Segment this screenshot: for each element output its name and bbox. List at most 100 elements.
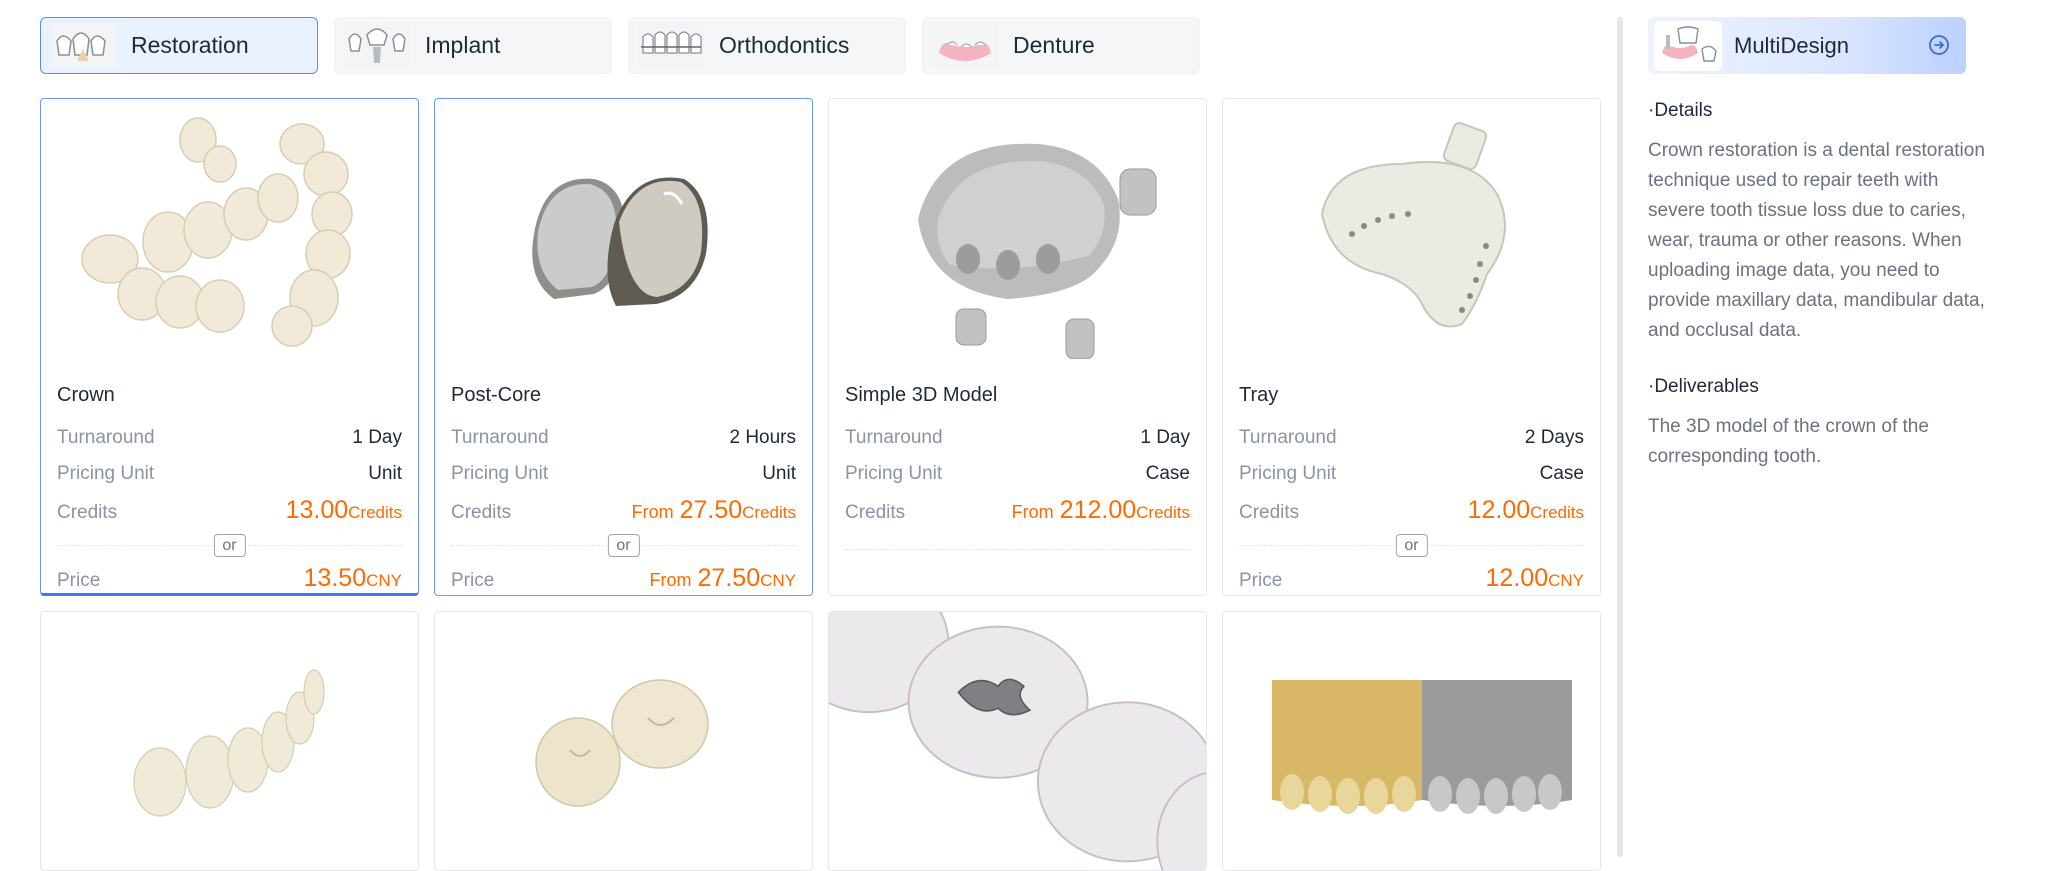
turnaround-row: Turnaround 1 Day: [57, 420, 402, 456]
credits-label: Credits: [1239, 502, 1300, 523]
pricing-unit-value: Unit: [368, 463, 402, 484]
or-divider: or: [57, 534, 402, 557]
turnaround-value: 1 Day: [352, 427, 402, 448]
tab-restoration[interactable]: Restoration: [40, 17, 318, 74]
inlay-image: [435, 612, 812, 852]
price-amount: 13.50: [303, 564, 367, 592]
multidesign-icon: [1654, 20, 1722, 71]
product-card-post-core[interactable]: Post-Core Turnaround 2 Hours Pricing Unit…: [434, 98, 813, 596]
price-row: Price 13.50CNY: [57, 560, 402, 593]
price-value: 13.50CNY: [303, 560, 402, 593]
tab-label: Orthodontics: [719, 32, 850, 58]
tab-label: Restoration: [131, 32, 249, 58]
multidesign-button[interactable]: MultiDesign: [1648, 17, 1966, 74]
implant-icon: [341, 21, 413, 71]
product-card-onlay[interactable]: [828, 611, 1207, 871]
category-tabs: Restoration Implant Orthodontics Denture: [40, 17, 1200, 74]
turnaround-row: Turnaround 1 Day: [845, 420, 1190, 456]
details-text: Crown restoration is a dental restoratio…: [1648, 140, 1985, 341]
price-label: Price: [451, 570, 495, 591]
tab-denture[interactable]: Denture: [922, 17, 1200, 74]
tray-image: [1223, 99, 1600, 369]
credits-row: Credits 13.00Credits: [57, 492, 402, 528]
turnaround-value: 2 Days: [1524, 427, 1584, 448]
credits-amount: 27.50: [679, 496, 743, 524]
credits-amount: 13.00: [285, 496, 349, 524]
or-badge: or: [213, 534, 246, 557]
or-badge: or: [607, 534, 640, 557]
or-divider: or: [1239, 534, 1584, 557]
product-card-simple-3d-model[interactable]: Simple 3D Model Turnaround 1 Day Pricing …: [828, 98, 1207, 596]
denture-icon: [929, 21, 1001, 71]
pricing-unit-row: Pricing Unit Case: [845, 456, 1190, 492]
product-card-model-comparison[interactable]: [1222, 611, 1601, 871]
crown-image: [41, 99, 418, 369]
product-card-crown[interactable]: Crown Turnaround 1 Day Pricing Unit Unit C…: [40, 98, 419, 596]
arrow-right-circle-icon: [1928, 34, 1950, 61]
deliverables-title: ·Deliverables: [1648, 376, 1759, 397]
tab-orthodontics[interactable]: Orthodontics: [628, 17, 906, 74]
product-card-veneer[interactable]: [40, 611, 419, 871]
post-core-image: [435, 99, 812, 369]
credits-amount: 212.00: [1059, 496, 1137, 524]
restoration-icon: [47, 21, 119, 71]
pricing-unit-label: Pricing Unit: [1239, 463, 1337, 484]
pricing-unit-label: Pricing Unit: [451, 463, 549, 484]
veneer-image: [41, 612, 418, 852]
credits-value: From 27.50Credits: [632, 492, 796, 531]
turnaround-value: 2 Hours: [729, 427, 796, 448]
vertical-scrollbar[interactable]: [1617, 17, 1623, 857]
detail-panel: MultiDesign ·Details Crown restoration i…: [1648, 17, 1988, 472]
pricing-unit-row: Pricing Unit Case: [1239, 456, 1584, 492]
or-badge: or: [1395, 534, 1428, 557]
deliverables-text: The 3D model of the crown of the corresp…: [1648, 416, 1929, 467]
product-name: Simple 3D Model: [845, 384, 998, 406]
from-label: From: [1011, 502, 1054, 522]
product-card-tray[interactable]: Tray Turnaround 2 Days Pricing Unit Case C…: [1222, 98, 1601, 596]
price-unit: CNY: [760, 571, 796, 590]
credits-value: 13.00Credits: [286, 492, 402, 531]
pricing-unit-value: Unit: [762, 463, 796, 484]
price-amount: 27.50: [697, 564, 761, 592]
price-unit: CNY: [366, 571, 402, 590]
divider: [845, 538, 1190, 560]
product-name: Tray: [1239, 384, 1279, 406]
or-divider: or: [451, 534, 796, 557]
tab-label: Denture: [1013, 32, 1095, 58]
price-row: Price 12.00CNY: [1239, 560, 1584, 595]
pricing-unit-label: Pricing Unit: [845, 463, 943, 484]
details-title: ·Details: [1648, 100, 1713, 121]
pricing-unit-row: Pricing Unit Unit: [451, 456, 796, 492]
credits-unit: Credits: [742, 503, 796, 522]
tab-implant[interactable]: Implant: [334, 17, 612, 74]
turnaround-label: Turnaround: [451, 427, 549, 448]
onlay-image: [829, 612, 1206, 870]
price-value: 12.00CNY: [1486, 560, 1584, 595]
product-grid: Crown Turnaround 1 Day Pricing Unit Unit C…: [40, 98, 1601, 871]
pricing-unit-label: Pricing Unit: [57, 463, 155, 484]
pricing-unit-value: Case: [1145, 463, 1190, 484]
orthodontics-icon: [635, 21, 707, 71]
credits-label: Credits: [57, 502, 118, 523]
turnaround-label: Turnaround: [57, 427, 155, 448]
price-row: Price From 27.50CNY: [451, 560, 796, 595]
credits-unit: Credits: [1530, 503, 1584, 522]
price-label: Price: [1239, 570, 1283, 591]
credits-row: Credits From 212.00Credits: [845, 492, 1190, 528]
turnaround-row: Turnaround 2 Hours: [451, 420, 796, 456]
from-label: From: [649, 570, 692, 590]
credits-row: Credits 12.00Credits: [1239, 492, 1584, 528]
price-label: Price: [57, 570, 101, 591]
multidesign-label: MultiDesign: [1734, 32, 1849, 58]
tab-label: Implant: [425, 32, 501, 58]
credits-label: Credits: [845, 502, 906, 523]
credits-unit: Credits: [348, 503, 402, 522]
credits-unit: Credits: [1136, 503, 1190, 522]
pricing-unit-value: Case: [1539, 463, 1584, 484]
turnaround-label: Turnaround: [1239, 427, 1337, 448]
turnaround-label: Turnaround: [845, 427, 943, 448]
pricing-unit-row: Pricing Unit Unit: [57, 456, 402, 492]
model-comparison-image: [1223, 612, 1600, 870]
credits-label: Credits: [451, 502, 512, 523]
product-card-inlay[interactable]: [434, 611, 813, 871]
